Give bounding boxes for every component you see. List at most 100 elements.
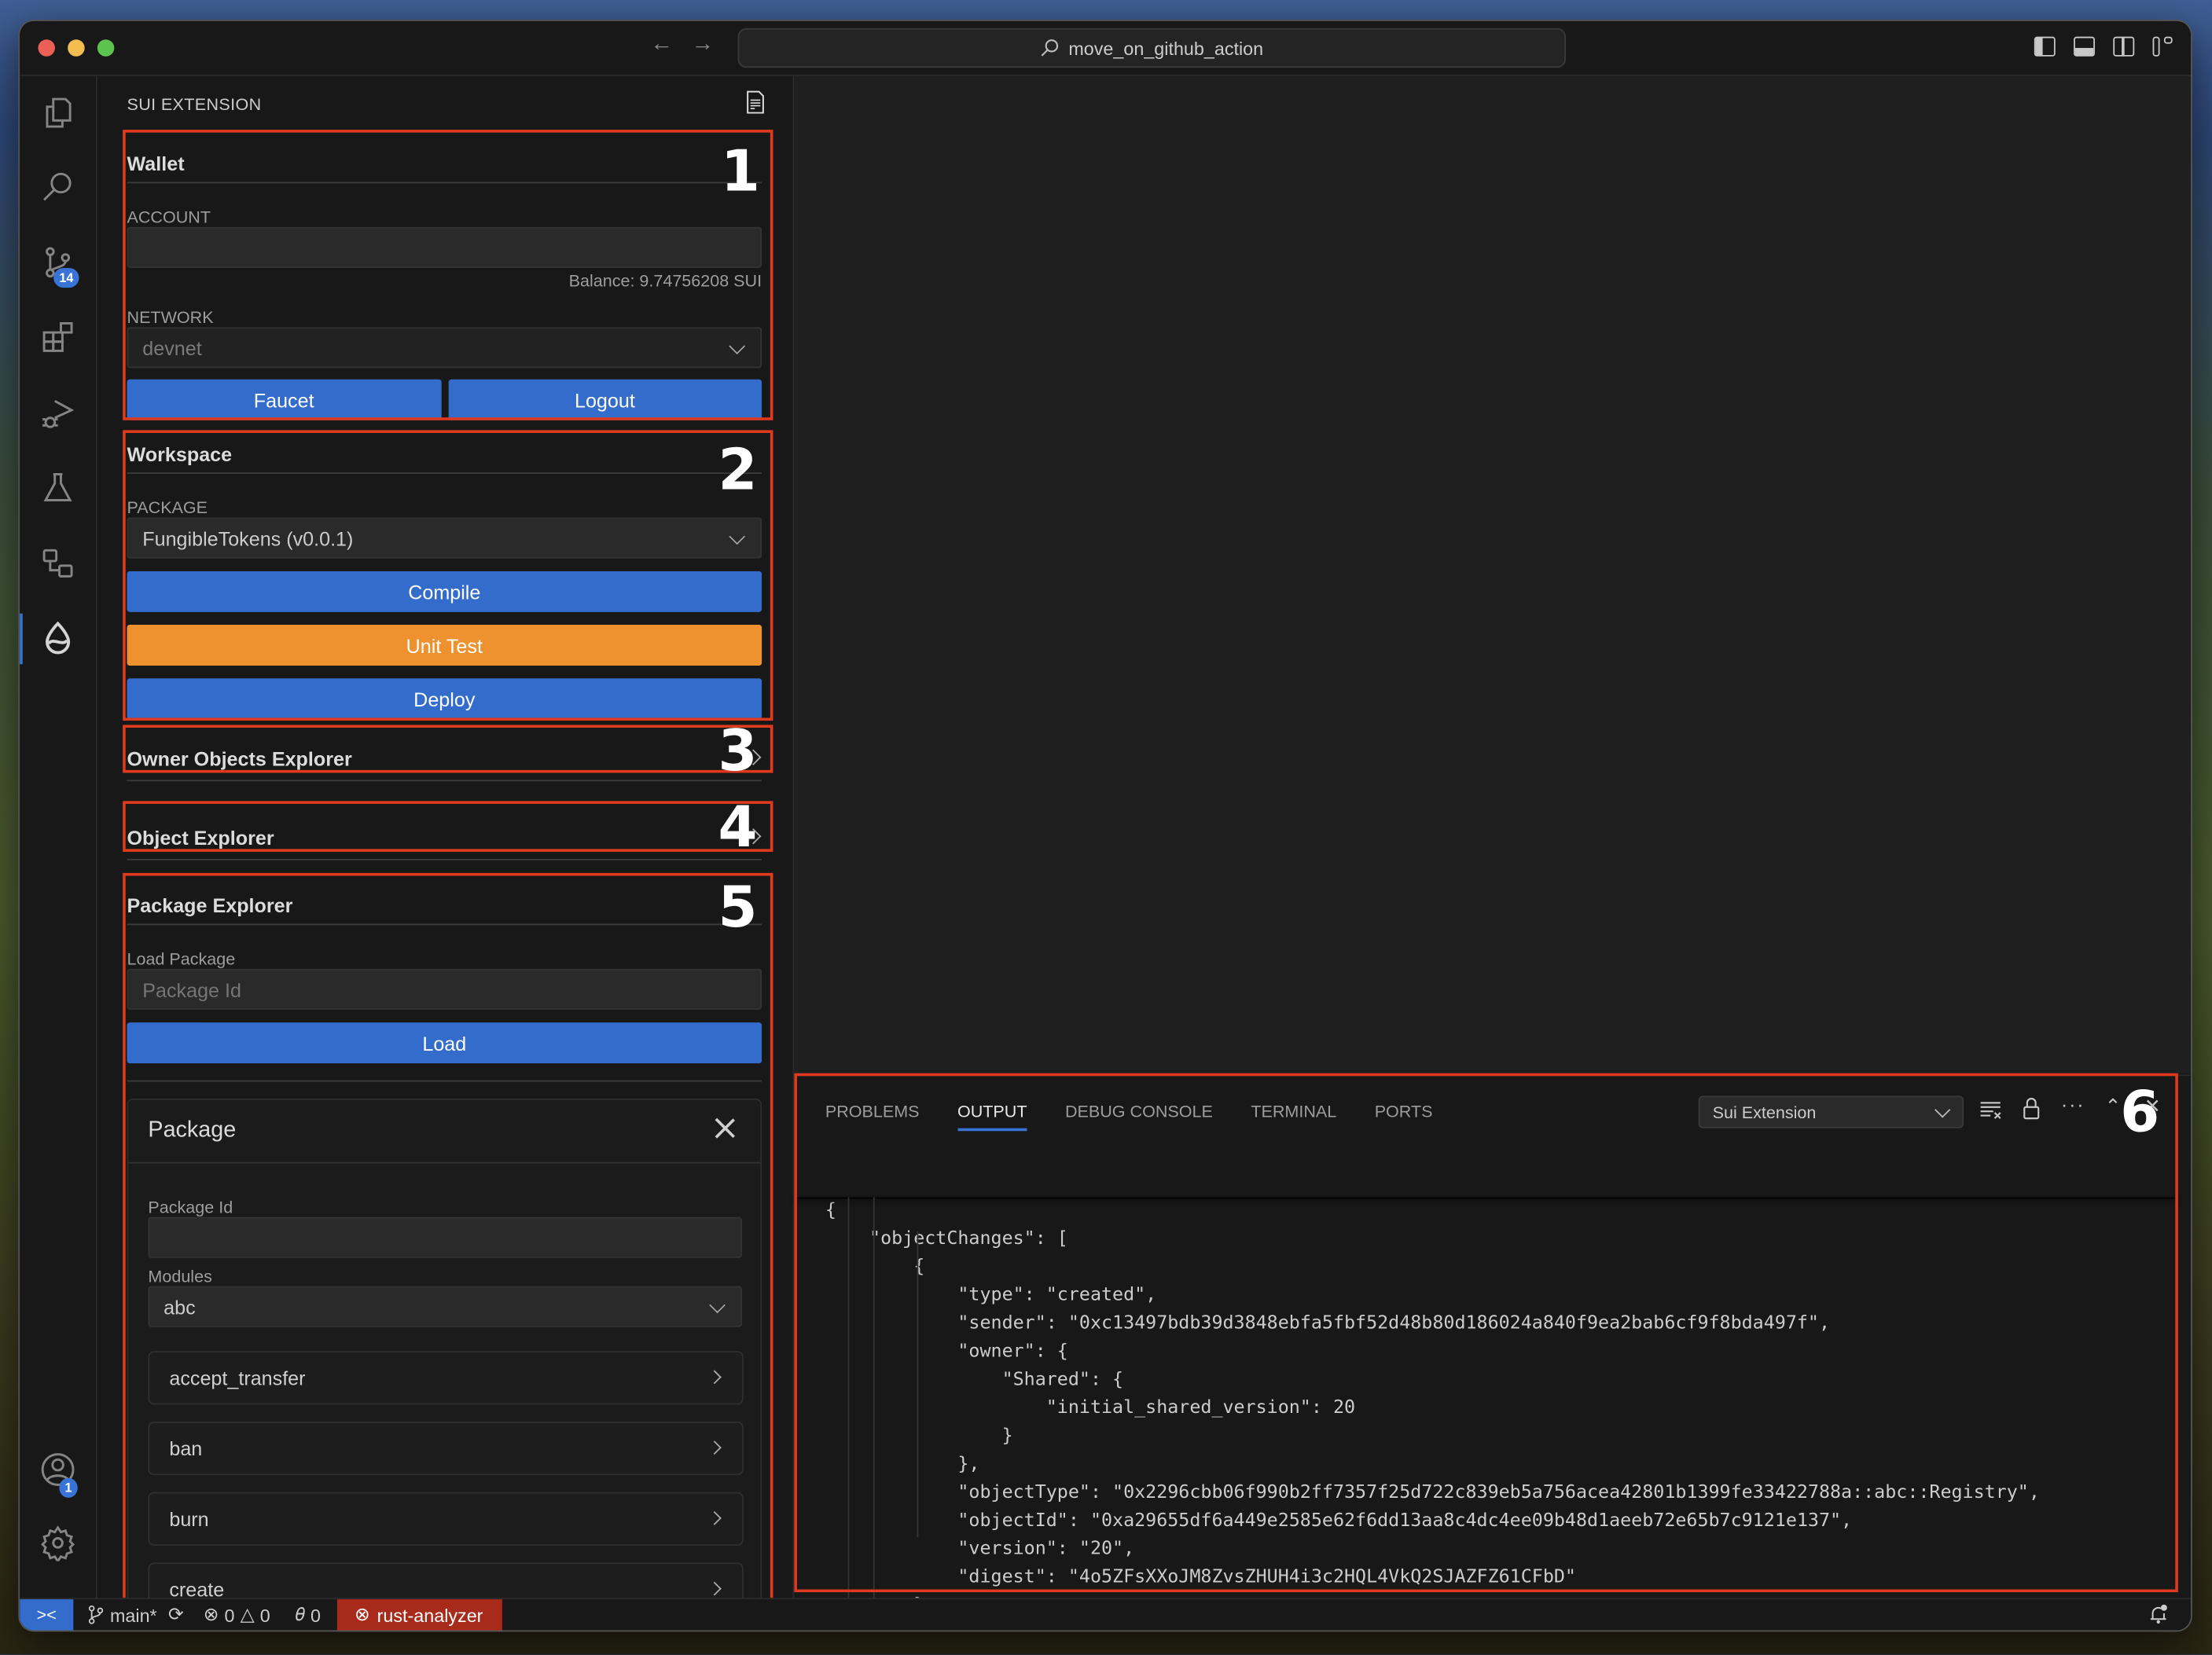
tab-debug-console[interactable]: DEBUG CONSOLE xyxy=(1065,1102,1213,1130)
package-id-field[interactable] xyxy=(148,1216,742,1258)
settings-gear-icon[interactable] xyxy=(20,1512,96,1574)
maximize-panel-icon[interactable]: ⌃ xyxy=(2105,1095,2122,1119)
tab-terminal[interactable]: TERMINAL xyxy=(1251,1102,1336,1130)
network-label: NETWORK xyxy=(127,307,214,328)
function-item[interactable]: accept_transfer xyxy=(148,1351,744,1405)
tab-output[interactable]: OUTPUT xyxy=(957,1102,1028,1132)
modules-label: Modules xyxy=(148,1266,212,1286)
function-name: create xyxy=(169,1578,225,1600)
chevron-right-icon xyxy=(707,1581,722,1596)
package-value: FungibleTokens (v0.0.1) xyxy=(142,527,354,549)
object-explorer-header[interactable]: Object Explorer xyxy=(127,815,762,861)
function-item[interactable]: burn xyxy=(148,1492,744,1546)
package-id-input[interactable] xyxy=(127,968,762,1010)
load-button[interactable]: Load xyxy=(127,1022,762,1064)
search-icon[interactable] xyxy=(20,155,96,217)
load-package-label: Load Package xyxy=(127,949,236,969)
maximize-window-button[interactable] xyxy=(97,39,115,57)
problems-status[interactable]: ⊗ 0 △ 0 xyxy=(204,1603,270,1626)
rust-analyzer-status[interactable]: ⊗ rust-analyzer xyxy=(337,1599,503,1631)
chevron-right-icon xyxy=(707,1511,722,1525)
annotation-number-5: 5 xyxy=(718,875,758,941)
function-name: burn xyxy=(169,1507,209,1531)
output-line: "initial_shared_version": 20 xyxy=(825,1397,1356,1419)
ports-status[interactable]: 𝜃 0 xyxy=(296,1603,321,1626)
unit-test-button[interactable]: Unit Test xyxy=(127,625,762,666)
warning-icon: △ xyxy=(240,1603,255,1625)
back-arrow-icon[interactable]: ← xyxy=(650,32,673,57)
toggle-panel-icon[interactable] xyxy=(2074,36,2095,57)
chevron-down-icon xyxy=(729,338,745,354)
panel-tabs: PROBLEMS OUTPUT DEBUG CONSOLE TERMINAL P… xyxy=(825,1102,1433,1132)
more-actions-icon[interactable]: ··· xyxy=(2061,1093,2085,1116)
toggle-primary-sidebar-icon[interactable] xyxy=(2034,36,2056,57)
lock-scroll-icon[interactable] xyxy=(2022,1097,2041,1120)
toggle-secondary-sidebar-icon[interactable] xyxy=(2113,36,2135,57)
search-icon xyxy=(1042,39,1059,57)
run-debug-icon[interactable] xyxy=(20,382,96,444)
accounts-badge: 1 xyxy=(59,1477,78,1498)
function-item[interactable]: ban xyxy=(148,1421,744,1476)
close-window-button[interactable] xyxy=(38,39,55,57)
modules-select[interactable]: abc xyxy=(148,1286,742,1327)
function-list: accept_transfer ban burn create xyxy=(128,1351,760,1600)
chevron-right-icon xyxy=(707,1370,722,1385)
output-line: }, xyxy=(825,1454,980,1476)
vscode-window: ← → move_on_github_action 14 1 SUI EXTEN… xyxy=(20,20,2192,1631)
output-line: "Shared": { xyxy=(825,1369,1124,1391)
output-line: } xyxy=(825,1426,1013,1448)
branch-status[interactable]: main* ⟳ xyxy=(87,1603,184,1626)
extensions-icon[interactable] xyxy=(20,306,96,368)
function-name: ban xyxy=(169,1437,203,1460)
output-channel-select[interactable]: Sui Extension xyxy=(1698,1095,1964,1128)
git-branch-icon xyxy=(88,1605,104,1624)
annotation-number-4: 4 xyxy=(718,795,758,861)
output-line: "objectId": "0xa29655df6a449e2585e62f6dd… xyxy=(825,1510,1853,1532)
workspace-title: Workspace xyxy=(127,442,233,466)
forward-arrow-icon[interactable]: → xyxy=(691,32,714,57)
compile-button[interactable]: Compile xyxy=(127,571,762,612)
accounts-icon[interactable]: 1 xyxy=(20,1438,96,1500)
package-card: Package Package Id Modules abc accept_tr… xyxy=(127,1098,762,1600)
package-explorer-section: Package Explorer Load Package Load Packa… xyxy=(127,894,762,1600)
explorer-icon[interactable] xyxy=(20,82,96,144)
remote-indicator-icon[interactable]: >< xyxy=(20,1599,74,1631)
function-item[interactable]: create xyxy=(148,1562,744,1600)
account-label: ACCOUNT xyxy=(127,207,211,227)
close-icon[interactable] xyxy=(715,1118,735,1138)
function-name: accept_transfer xyxy=(169,1366,306,1389)
owner-objects-explorer-header[interactable]: Owner Objects Explorer xyxy=(127,736,762,782)
workspace-section: Workspace PACKAGE FungibleTokens (v0.0.1… xyxy=(127,443,762,720)
tab-ports[interactable]: PORTS xyxy=(1375,1102,1433,1130)
tab-problems[interactable]: PROBLEMS xyxy=(825,1102,920,1130)
sync-icon[interactable]: ⟳ xyxy=(168,1603,184,1626)
account-field[interactable] xyxy=(127,226,762,268)
testing-flask-icon[interactable] xyxy=(20,457,96,519)
package-explorer-title: Package Explorer xyxy=(127,894,293,917)
annotation-number-2: 2 xyxy=(718,439,758,504)
indent-guide xyxy=(847,1197,850,1600)
minimize-window-button[interactable] xyxy=(68,39,85,57)
chevron-right-icon xyxy=(707,1440,722,1455)
object-explorer-title: Object Explorer xyxy=(127,825,274,849)
notifications-bell-icon[interactable] xyxy=(2148,1603,2168,1624)
network-select[interactable]: devnet xyxy=(127,327,762,369)
output-line: "version": "20", xyxy=(825,1538,1135,1560)
rust-analyzer-label: rust-analyzer xyxy=(377,1604,483,1626)
customize-layout-icon[interactable] xyxy=(2152,36,2174,57)
remote-explorer-icon[interactable] xyxy=(20,533,96,595)
package-label: PACKAGE xyxy=(127,497,208,518)
source-control-icon[interactable]: 14 xyxy=(20,231,96,293)
clear-output-icon[interactable] xyxy=(1979,1100,2002,1120)
workspace-name: move_on_github_action xyxy=(1068,37,1264,59)
network-value: devnet xyxy=(142,336,202,359)
sui-extension-icon[interactable] xyxy=(20,607,96,670)
chevron-down-icon xyxy=(709,1297,726,1314)
faucet-button[interactable]: Faucet xyxy=(127,379,441,420)
command-center-search[interactable]: move_on_github_action xyxy=(737,28,1567,68)
deploy-button[interactable]: Deploy xyxy=(127,678,762,720)
package-card-header: Package xyxy=(128,1100,761,1164)
document-icon[interactable] xyxy=(746,90,764,115)
package-select[interactable]: FungibleTokens (v0.0.1) xyxy=(127,517,762,559)
logout-button[interactable]: Logout xyxy=(447,379,762,420)
